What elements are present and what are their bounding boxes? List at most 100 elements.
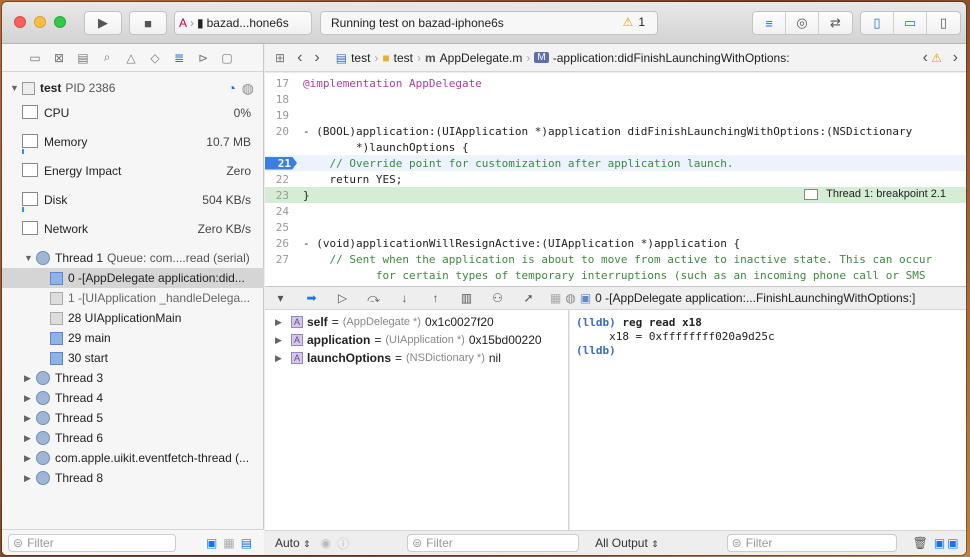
- panel-toggle-segment: ▯ ▭ ▯: [860, 11, 961, 35]
- step-out-icon[interactable]: ↑: [420, 291, 451, 305]
- close-window-button[interactable]: [14, 16, 26, 28]
- breadcrumb-project[interactable]: ▤ test: [336, 51, 371, 65]
- report-icon[interactable]: ▢: [220, 51, 234, 65]
- previous-issue-icon[interactable]: ‹: [923, 49, 928, 67]
- gauge-value: 504 KB/s: [202, 193, 251, 207]
- frame-row[interactable]: 28 UIApplicationMain: [2, 308, 264, 328]
- continue-icon[interactable]: ▷: [327, 291, 358, 305]
- navigator-filter-field[interactable]: ⊜ Filter: [8, 533, 176, 552]
- breadcrumb-label: test: [393, 50, 413, 65]
- gauge-value: 0%: [233, 106, 251, 120]
- back-icon[interactable]: ‹: [297, 49, 302, 67]
- show-variables-icon[interactable]: ▣: [934, 536, 945, 550]
- crashed-threads-icon[interactable]: ▣: [206, 536, 217, 550]
- variable-row[interactable]: ▶ A self = (AppDelegate *) 0x1c0027f20: [265, 313, 568, 331]
- show-frames-icon[interactable]: ▤: [241, 536, 252, 550]
- variables-scope-select[interactable]: Auto ⇕: [275, 536, 311, 550]
- process-row[interactable]: ▼ test PID 2386 ◔ ◍: [2, 78, 264, 98]
- gauge-energy[interactable]: Energy Impact Zero: [2, 158, 264, 187]
- memory-graph-icon[interactable]: ⚇: [482, 291, 513, 305]
- zoom-window-button[interactable]: [54, 16, 66, 28]
- code-line: 24: [265, 203, 966, 219]
- step-over-icon[interactable]: ⤼: [358, 291, 389, 306]
- gauge-label: CPU: [44, 106, 70, 120]
- simulate-location-icon[interactable]: ➚: [513, 291, 544, 305]
- variable-row[interactable]: ▶ A launchOptions = (NSDictionary *) nil: [265, 349, 568, 367]
- source-editor[interactable]: 17 @implementation AppDelegate 18 19 20 …: [265, 73, 966, 286]
- related-items-icon[interactable]: ⊞: [275, 51, 285, 65]
- frame-row[interactable]: 0 -[AppDelegate application:did...: [2, 268, 264, 288]
- gauge-disk[interactable]: Disk 504 KB/s: [2, 187, 264, 216]
- breakpoints-toggle-icon[interactable]: ➡: [296, 291, 327, 305]
- breadcrumb-method[interactable]: M -application:didFinishLaunchingWithOpt…: [534, 51, 790, 65]
- hide-system-icon[interactable]: ▦: [223, 536, 234, 550]
- trash-icon[interactable]: 🗑: [913, 536, 928, 550]
- frame-row[interactable]: 30 start: [2, 348, 264, 368]
- standard-editor-button[interactable]: ≡: [753, 12, 786, 34]
- info-icon[interactable]: ⓘ: [337, 535, 349, 552]
- version-editor-button[interactable]: ⇄: [819, 12, 852, 34]
- test-icon[interactable]: ◇: [148, 51, 162, 65]
- gauge-memory[interactable]: Memory 10.7 MB: [2, 129, 264, 158]
- breakpoint-marker[interactable]: 21: [265, 156, 297, 170]
- scheme-selector[interactable]: A › ▮ bazad...hone6s: [174, 11, 312, 35]
- variable-type: (UIApplication *): [385, 334, 465, 346]
- assistant-editor-button[interactable]: ◎: [786, 12, 819, 34]
- code-text: // Override point for customization afte…: [303, 156, 734, 170]
- thread-row[interactable]: ▼ Thread 1 Queue: com....read (serial): [2, 248, 264, 268]
- code-text: for certain types of temporary interrupt…: [303, 268, 926, 282]
- variables-view[interactable]: ▶ A self = (AppDelegate *) 0x1c0027f20 ▶…: [265, 310, 569, 530]
- thread-row[interactable]: ▶ Thread 6: [2, 428, 264, 448]
- disclosure-closed-icon: ▶: [24, 472, 31, 483]
- thread-row[interactable]: ▶ Thread 4: [2, 388, 264, 408]
- toggle-inspector-button[interactable]: ▯: [927, 12, 960, 34]
- breadcrumb-file[interactable]: m AppDelegate.m: [425, 51, 522, 65]
- frame-row[interactable]: 29 main: [2, 328, 264, 348]
- eye-icon[interactable]: ◉: [321, 536, 331, 550]
- view-hierarchy-icon[interactable]: ▥: [451, 291, 482, 305]
- objc-file-icon: m: [425, 50, 436, 65]
- step-into-icon[interactable]: ↓: [389, 291, 420, 305]
- gauge-network[interactable]: Network Zero KB/s: [2, 216, 264, 245]
- debug-icon[interactable]: ≣: [172, 51, 186, 65]
- thread-row[interactable]: ▶ Thread 5: [2, 408, 264, 428]
- search-icon[interactable]: ⌕: [100, 50, 114, 65]
- minimize-window-button[interactable]: [34, 16, 46, 28]
- console-output-select[interactable]: All Output ⇕: [595, 536, 659, 550]
- system-frame-icon: [50, 291, 63, 305]
- thread-options-icon[interactable]: ◍: [242, 80, 254, 97]
- method-icon: M: [534, 52, 549, 63]
- thread-row[interactable]: ▶ Thread 3: [2, 368, 264, 388]
- next-issue-icon[interactable]: ›: [953, 49, 958, 67]
- thread-row[interactable]: ▶ Thread 8: [2, 468, 264, 488]
- show-console-icon[interactable]: ▣: [947, 536, 958, 550]
- filter-icon: ⊜: [13, 535, 24, 550]
- warning-indicator[interactable]: ⚠ 1: [623, 15, 645, 29]
- warning-icon[interactable]: ⚠: [931, 51, 942, 65]
- gauge-icon[interactable]: ◔: [228, 80, 236, 96]
- gauge-cpu[interactable]: CPU 0%: [2, 100, 264, 129]
- debug-frame-label[interactable]: 0 -[AppDelegate application:...FinishLau…: [595, 291, 915, 305]
- source-control-icon[interactable]: ⊠: [52, 51, 66, 65]
- breakpoint-icon[interactable]: ⊳: [196, 51, 210, 65]
- variable-name: application: [307, 333, 371, 347]
- forward-icon[interactable]: ›: [314, 49, 319, 67]
- variable-row[interactable]: ▶ A application = (UIApplication *) 0x15…: [265, 331, 568, 349]
- stop-button[interactable]: ■: [129, 11, 167, 35]
- gauge-label: Disk: [44, 193, 68, 207]
- frame-row[interactable]: 1 -[UIApplication _handleDelega...: [2, 288, 264, 308]
- hierarchy-icon[interactable]: ▤: [76, 51, 90, 65]
- run-button[interactable]: ▶: [84, 11, 122, 35]
- folder-icon[interactable]: ▭: [28, 51, 42, 65]
- variable-type: (NSDictionary *): [406, 352, 485, 364]
- toggle-navigator-button[interactable]: ▯: [861, 12, 894, 34]
- console-output[interactable]: (lldb) reg read x18 x18 = 0xffffffff020a…: [570, 310, 966, 530]
- variables-filter-field[interactable]: ⊜ Filter: [407, 534, 580, 552]
- thread-row[interactable]: ▶ com.apple.uikit.eventfetch-thread (...: [2, 448, 264, 468]
- console-filter-field[interactable]: ⊜ Filter: [726, 534, 897, 552]
- thread-icon: [36, 251, 50, 265]
- hide-debug-area-icon[interactable]: ▾: [265, 291, 296, 305]
- breadcrumb-group[interactable]: ■ test: [382, 51, 413, 65]
- issue-icon[interactable]: △: [124, 51, 138, 65]
- toggle-debug-area-button[interactable]: ▭: [894, 12, 927, 34]
